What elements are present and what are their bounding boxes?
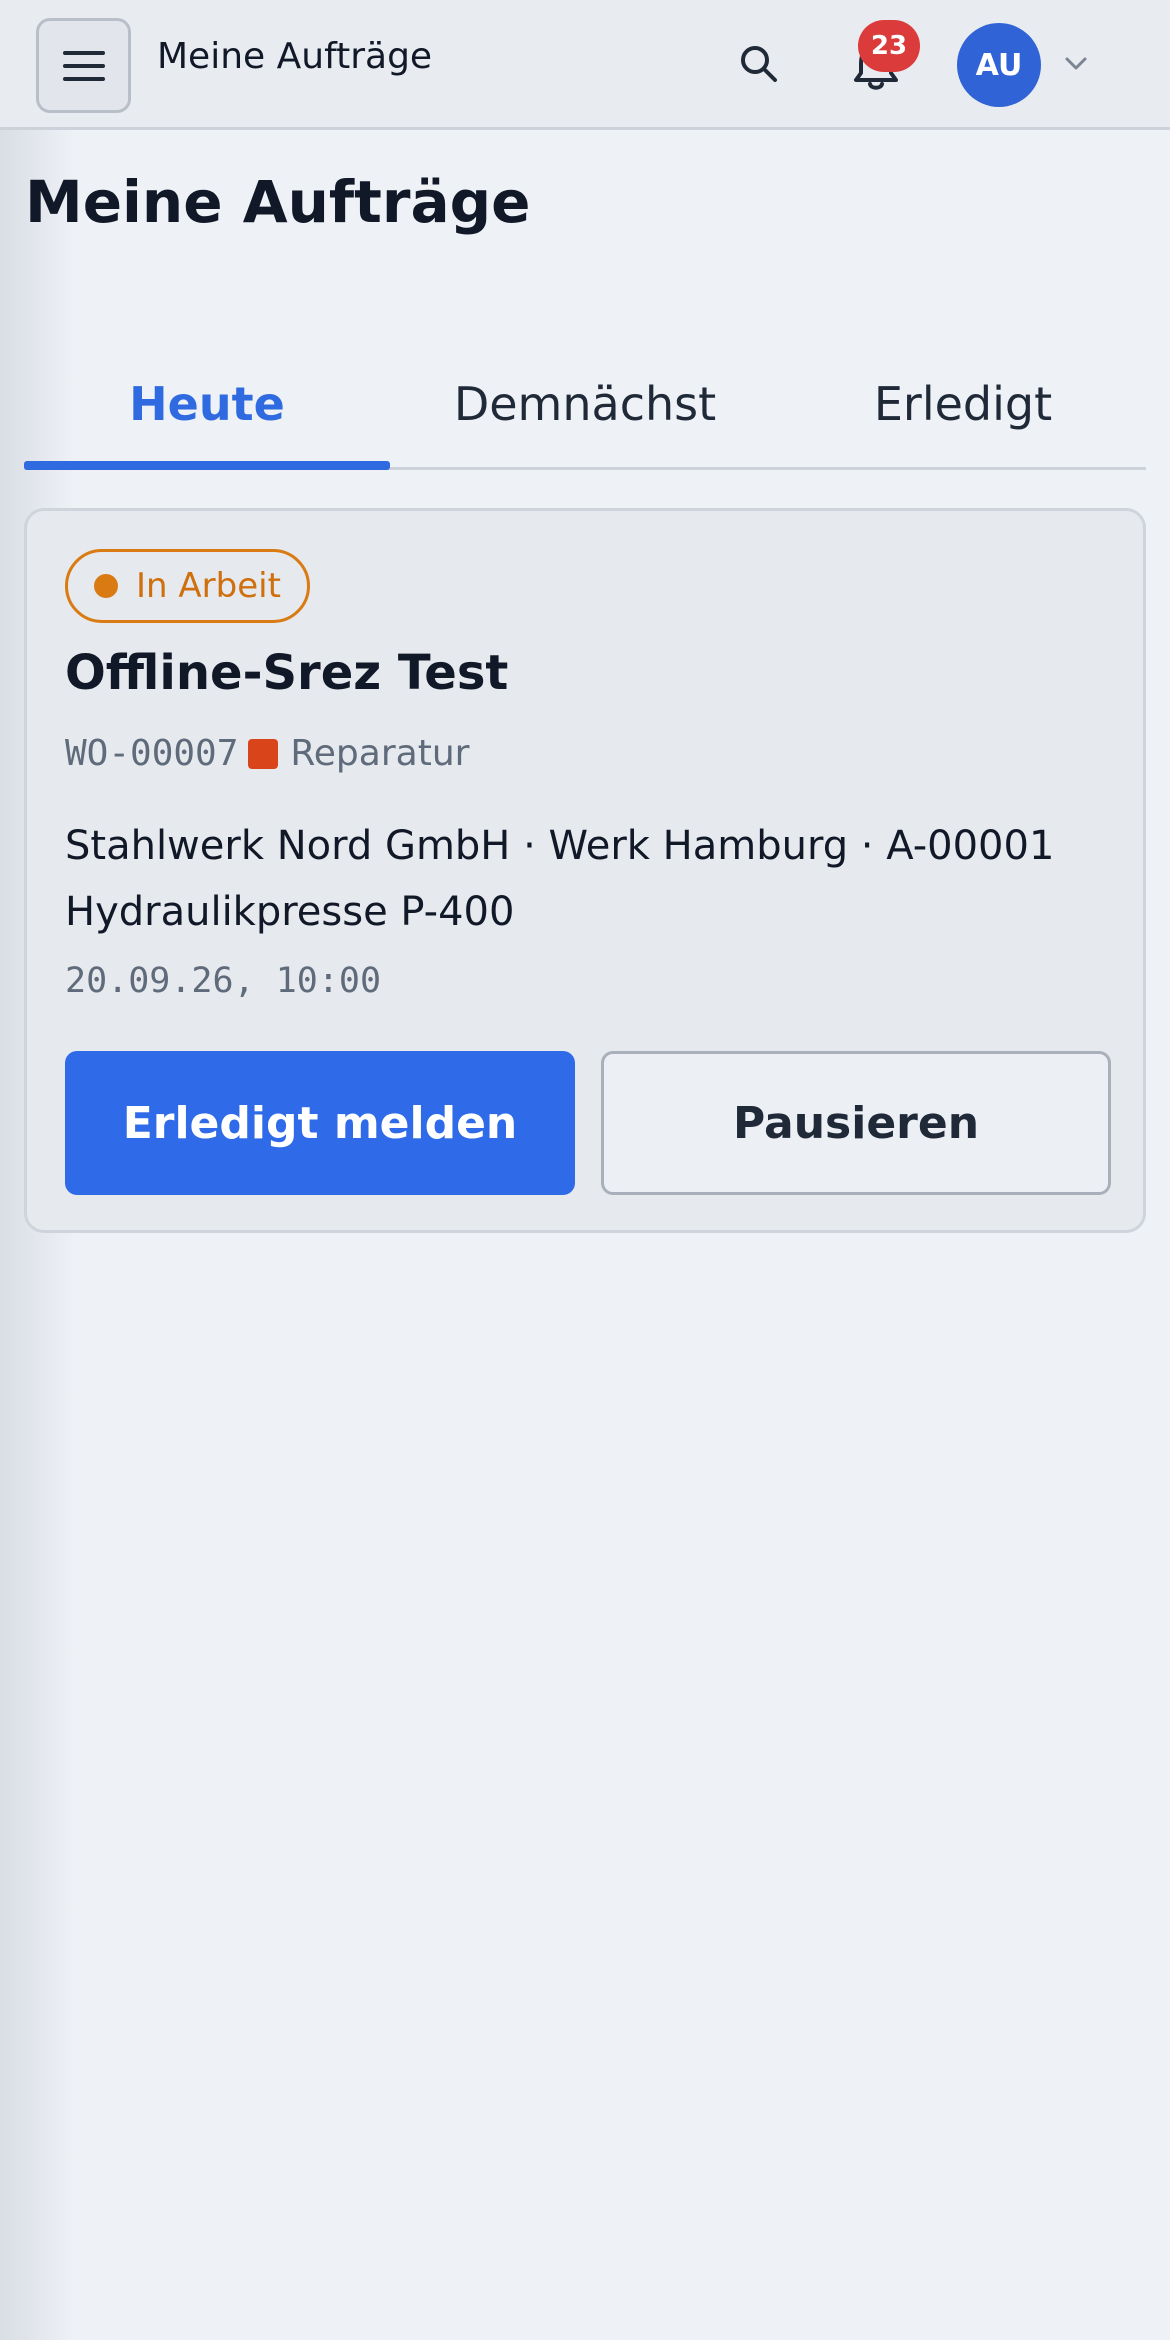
work-order-number: WO-00007 [65,733,239,774]
status-dot-icon [94,574,118,598]
search-icon [741,46,777,82]
account-menu-toggle[interactable] [1060,50,1092,78]
work-order-datetime: 20.09.26, 10:00 [65,961,382,1001]
work-order-meta: WO-00007 Reparatur [65,733,469,774]
page-title: Meine Aufträge [25,168,531,236]
tab-erledigt[interactable]: Erledigt [780,340,1146,467]
search-button[interactable] [735,40,783,88]
notification-badge: 23 [858,20,920,72]
top-bar: Meine Aufträge 23 AU [0,0,1170,130]
tab-demnaechst[interactable]: Demnächst [390,340,780,467]
work-order-title: Offline-Srez Test [65,645,509,701]
work-order-type: Reparatur [290,733,470,774]
work-order-location: Stahlwerk Nord GmbH · Werk Hamburg · A-0… [65,823,1055,935]
work-order-card[interactable]: In Arbeit Offline-Srez Test WO-00007 Rep… [24,508,1146,1233]
status-badge: In Arbeit [65,549,310,623]
user-avatar[interactable]: AU [957,23,1041,107]
menu-icon [62,50,105,81]
status-label: In Arbeit [136,566,281,606]
menu-button[interactable] [36,18,131,113]
tab-heute[interactable]: Heute [24,340,390,467]
topbar-title: Meine Aufträge [157,36,433,77]
pause-button[interactable]: Pausieren [601,1051,1111,1195]
mark-done-button[interactable]: Erledigt melden [65,1051,575,1195]
type-color-icon [248,738,279,769]
tab-bar: Heute Demnächst Erledigt [24,340,1146,470]
active-tab-indicator [24,461,390,470]
chevron-down-icon [1065,57,1087,70]
